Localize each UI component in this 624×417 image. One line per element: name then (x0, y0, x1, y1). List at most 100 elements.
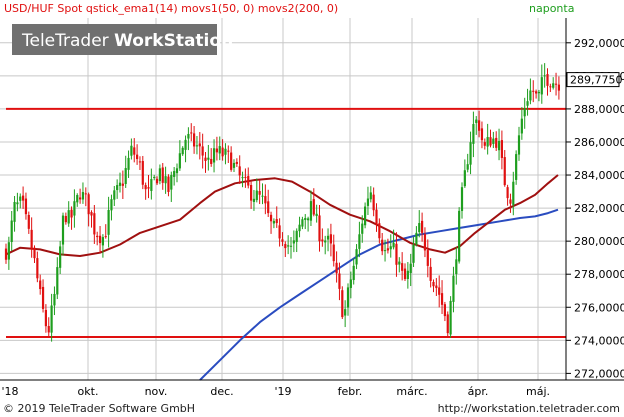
candle-body (475, 119, 478, 123)
candle-body (415, 232, 418, 245)
candle-body (517, 135, 521, 155)
y-tick-label: 274,0000 (574, 334, 624, 347)
y-tick-label: 286,0000 (574, 136, 624, 149)
x-tick-label: ápr. (468, 385, 489, 398)
candle-body (318, 215, 321, 242)
candle (458, 207, 461, 264)
candle (449, 296, 452, 338)
candle-body (90, 212, 93, 216)
candle-body (53, 293, 56, 306)
candle-body (107, 209, 110, 235)
candle-body (261, 195, 264, 197)
candle-body (138, 161, 142, 163)
x-tick-label: márc. (396, 385, 427, 398)
candle-body (136, 154, 139, 160)
candle-body (133, 147, 136, 155)
candle-body (361, 223, 364, 234)
candle-body (16, 202, 19, 205)
candle-body (526, 101, 529, 106)
candle-body (96, 235, 99, 238)
candle-body (346, 287, 350, 308)
candle-body (158, 168, 161, 182)
candle-body (406, 270, 409, 279)
candle-body (252, 198, 256, 202)
candle-body (520, 118, 523, 134)
candle-body (344, 309, 347, 316)
candle-body (230, 152, 233, 170)
candle-body (13, 201, 16, 222)
candle-body (73, 201, 76, 216)
x-tick-label: '19 (274, 385, 291, 398)
candle-body (218, 146, 221, 154)
candle-body (372, 194, 375, 211)
candle-body (56, 267, 59, 295)
chart-area[interactable]: USD/HUF Spot qstick_ema1(14) movs1(50, 0… (0, 0, 624, 400)
candle-body (554, 83, 558, 85)
candle-body (338, 273, 341, 289)
candle-body (287, 245, 290, 247)
candle-body (36, 258, 39, 279)
candle-body (227, 150, 230, 152)
price-chart[interactable]: USD/HUF Spot qstick_ema1(14) movs1(50, 0… (0, 0, 624, 400)
candle-body (250, 185, 253, 201)
candle-body (184, 139, 187, 150)
header-instrument: USD/HUF Spot qstick_ema1(14) movs1(50, 0… (4, 2, 338, 15)
candle-body (535, 91, 538, 94)
candle-body (500, 140, 503, 158)
header-period[interactable]: naponta (529, 2, 574, 15)
candle-body (238, 166, 241, 176)
candle-body (463, 170, 466, 187)
candle-body (235, 161, 238, 164)
candle-body (497, 140, 501, 151)
candle-body (221, 147, 224, 157)
footer-url[interactable]: http://workstation.teletrader.com (438, 402, 620, 415)
candle-body (341, 290, 344, 318)
candle-body (61, 215, 65, 245)
candle-body (349, 279, 352, 288)
candle-body (312, 199, 315, 215)
candle-body (478, 120, 481, 131)
candle-body (284, 244, 287, 249)
candle-body (118, 182, 122, 186)
candle-body (272, 220, 275, 224)
candle-body (326, 235, 330, 240)
x-tick-label: febr. (338, 385, 363, 398)
candle-body (423, 234, 427, 251)
candle-body (110, 199, 113, 211)
candle-body (30, 229, 33, 250)
candle-body (321, 239, 324, 242)
candle-body (392, 242, 395, 248)
candle-body (432, 281, 435, 287)
candle-body (301, 219, 304, 227)
candle-body (207, 157, 210, 160)
candle-body (232, 162, 236, 168)
candle-body (113, 190, 116, 200)
candle-body (369, 192, 372, 200)
candle-body (281, 239, 284, 242)
candle-body (153, 176, 156, 178)
candle-body (307, 218, 310, 221)
candle-body (50, 305, 53, 333)
candle-body (298, 224, 301, 232)
candle-body (210, 158, 213, 164)
candle-body (269, 214, 273, 222)
candle-body (395, 243, 398, 265)
candle-body (181, 147, 184, 155)
candle-body (264, 196, 267, 204)
candle-body (87, 194, 90, 215)
candle-body (304, 218, 307, 221)
candle-body (460, 187, 464, 211)
candle-body (170, 175, 173, 190)
candle-body (98, 235, 102, 244)
candle-body (389, 246, 392, 250)
candle-body (458, 210, 461, 262)
candle-body (19, 196, 22, 201)
candle-body (512, 181, 515, 205)
x-axis[interactable]: '18 okt. nov. dec. '19 febr. márc. ápr. máj. (1, 385, 550, 398)
candle-body (178, 153, 181, 169)
logo-text: TeleTrader WorkStation (21, 31, 233, 51)
candle-body (241, 177, 244, 179)
candle-body (7, 242, 10, 260)
candle-body (332, 244, 335, 262)
candle-body (381, 239, 384, 252)
